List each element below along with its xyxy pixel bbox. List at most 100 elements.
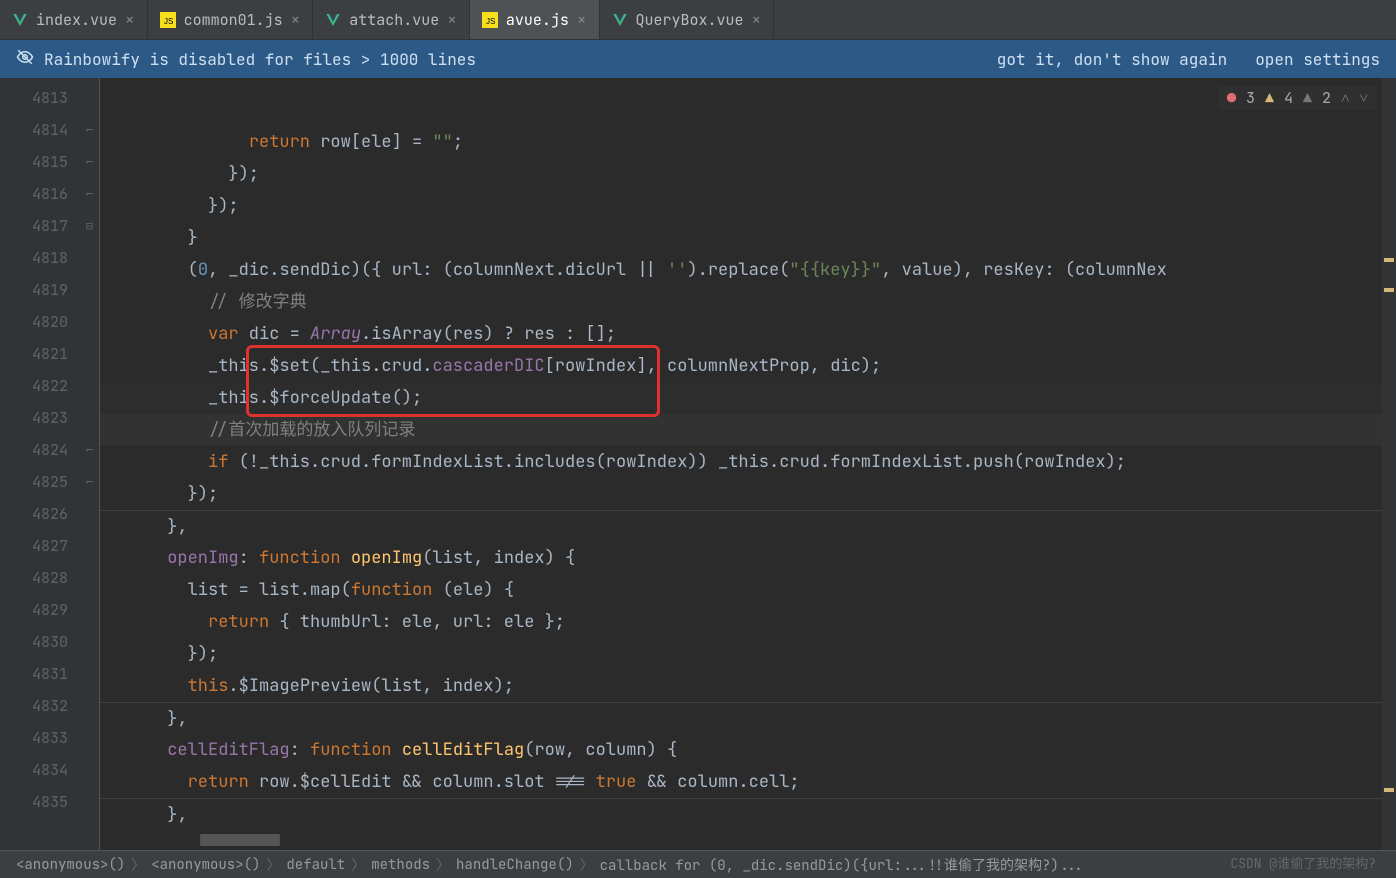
close-icon[interactable]: ×: [752, 9, 762, 30]
line-number: 4825: [0, 466, 80, 498]
code-line[interactable]: },: [100, 702, 1396, 734]
fold-marker[interactable]: ⌐: [80, 434, 99, 466]
fold-marker[interactable]: ⌐: [80, 466, 99, 498]
line-number: 4821: [0, 338, 80, 370]
fold-marker[interactable]: [80, 530, 99, 562]
fold-marker[interactable]: [80, 562, 99, 594]
warning-count: 4: [1284, 88, 1293, 108]
line-number: 4835: [0, 786, 80, 818]
code-line[interactable]: _this.$forceUpdate();: [100, 382, 1396, 414]
weak-warning-icon: ▲: [1303, 88, 1312, 108]
code-line[interactable]: return row[ele] = "";: [100, 126, 1396, 158]
line-number: 4814: [0, 114, 80, 146]
close-icon[interactable]: ×: [447, 9, 457, 30]
breadcrumb-bar[interactable]: <anonymous>()〉<anonymous>()〉default〉meth…: [0, 850, 1396, 878]
fold-marker[interactable]: [80, 274, 99, 306]
vue-file-icon: [325, 12, 341, 28]
fold-marker[interactable]: ⊟: [80, 210, 99, 242]
breadcrumb-item[interactable]: handleChange(): [456, 856, 574, 874]
line-number: 4820: [0, 306, 80, 338]
tab-avue-js[interactable]: JS avue.js ×: [470, 0, 600, 39]
breadcrumb-item[interactable]: default: [286, 856, 345, 874]
fold-marker[interactable]: [80, 722, 99, 754]
code-line[interactable]: });: [100, 158, 1396, 190]
code-line[interactable]: },: [100, 510, 1396, 542]
chevron-down-icon[interactable]: ˅: [1360, 88, 1368, 108]
vue-file-icon: [612, 12, 628, 28]
tab-attach-vue[interactable]: attach.vue ×: [313, 0, 470, 39]
error-stripe[interactable]: [1382, 78, 1396, 850]
fold-marker[interactable]: ⌐: [80, 114, 99, 146]
fold-marker[interactable]: [80, 82, 99, 114]
banner-settings-link[interactable]: open settings: [1255, 49, 1380, 70]
fold-gutter[interactable]: ⌐⌐⌐⊟⌐⌐: [80, 78, 100, 850]
fold-marker[interactable]: [80, 690, 99, 722]
fold-marker[interactable]: ⌐: [80, 146, 99, 178]
breadcrumb-separator: 〉: [131, 855, 145, 875]
code-line[interactable]: [100, 830, 1396, 850]
close-icon[interactable]: ×: [125, 9, 135, 30]
breadcrumb-separator: 〉: [580, 855, 594, 875]
tab-label: index.vue: [36, 10, 117, 30]
code-line[interactable]: return row.$cellEdit && column.slot !== …: [100, 766, 1396, 798]
js-file-icon: JS: [160, 12, 176, 28]
tab-label: attach.vue: [349, 10, 439, 30]
fold-marker[interactable]: [80, 402, 99, 434]
tab-label: common01.js: [184, 10, 283, 30]
code-line[interactable]: return { thumbUrl: ele, url: ele };: [100, 606, 1396, 638]
code-line[interactable]: openImg: function openImg(list, index) {: [100, 542, 1396, 574]
fold-marker[interactable]: [80, 498, 99, 530]
warning-icon: ▲: [1265, 88, 1274, 108]
fold-marker[interactable]: [80, 306, 99, 338]
code-line[interactable]: });: [100, 190, 1396, 222]
inspection-summary[interactable]: ●3 ▲4 ▲2 ˄ ˅: [1219, 86, 1376, 110]
tab-index-vue[interactable]: index.vue ×: [0, 0, 148, 39]
fold-marker[interactable]: [80, 338, 99, 370]
code-area[interactable]: return row[ele] = ""; }); }); } (0, _dic…: [100, 78, 1396, 850]
close-icon[interactable]: ×: [577, 9, 587, 30]
tab-QueryBox-vue[interactable]: QueryBox.vue×: [600, 0, 775, 39]
breadcrumb-item[interactable]: <anonymous>(): [16, 856, 125, 874]
code-line[interactable]: //首次加载的放入队列记录: [100, 414, 1396, 446]
line-number-gutter: 4813481448154816481748184819482048214822…: [0, 78, 80, 850]
code-line[interactable]: });: [100, 478, 1396, 510]
code-line[interactable]: (0, _dic.sendDic)({ url: (columnNext.dic…: [100, 254, 1396, 286]
banner-dismiss-link[interactable]: got it, don't show again: [997, 49, 1227, 70]
tab-label: avue.js: [506, 10, 569, 30]
line-number: 4828: [0, 562, 80, 594]
code-line[interactable]: list = list.map(function (ele) {: [100, 574, 1396, 606]
code-line[interactable]: },: [100, 798, 1396, 830]
fold-marker[interactable]: ⌐: [80, 178, 99, 210]
js-file-icon: JS: [482, 12, 498, 28]
chevron-up-icon[interactable]: ˄: [1341, 88, 1349, 108]
horizontal-scrollbar[interactable]: [200, 834, 280, 846]
line-number: 4819: [0, 274, 80, 306]
code-line[interactable]: if (!_this.crud.formIndexList.includes(r…: [100, 446, 1396, 478]
code-line[interactable]: this.$ImagePreview(list, index);: [100, 670, 1396, 702]
fold-marker[interactable]: [80, 786, 99, 818]
line-number: 4817: [0, 210, 80, 242]
code-line[interactable]: cellEditFlag: function cellEditFlag(row,…: [100, 734, 1396, 766]
breadcrumb-item[interactable]: callback for (0, _dic.sendDic)({url:...!…: [600, 855, 1084, 875]
fold-marker[interactable]: [80, 594, 99, 626]
code-line[interactable]: }: [100, 222, 1396, 254]
fold-marker[interactable]: [80, 626, 99, 658]
breadcrumb-item[interactable]: methods: [371, 856, 430, 874]
fold-marker[interactable]: [80, 754, 99, 786]
code-line[interactable]: // 修改字典: [100, 286, 1396, 318]
banner-message: Rainbowify is disabled for files > 1000 …: [44, 49, 476, 70]
code-line[interactable]: var dic = Array.isArray(res) ? res : [];: [100, 318, 1396, 350]
tab-common01-js[interactable]: JS common01.js ×: [148, 0, 314, 39]
close-icon[interactable]: ×: [291, 9, 301, 30]
breadcrumb-item[interactable]: <anonymous>(): [151, 856, 260, 874]
line-number: 4831: [0, 658, 80, 690]
fold-marker[interactable]: [80, 658, 99, 690]
code-line[interactable]: _this.$set(_this.crud.cascaderDIC[rowInd…: [100, 350, 1396, 382]
code-editor[interactable]: 4813481448154816481748184819482048214822…: [0, 78, 1396, 850]
line-number: 4833: [0, 722, 80, 754]
fold-marker[interactable]: [80, 242, 99, 274]
editor-tabs: index.vue × JS common01.js × attach.vue × JS avu…: [0, 0, 1396, 40]
line-number: 4829: [0, 594, 80, 626]
fold-marker[interactable]: [80, 370, 99, 402]
code-line[interactable]: });: [100, 638, 1396, 670]
